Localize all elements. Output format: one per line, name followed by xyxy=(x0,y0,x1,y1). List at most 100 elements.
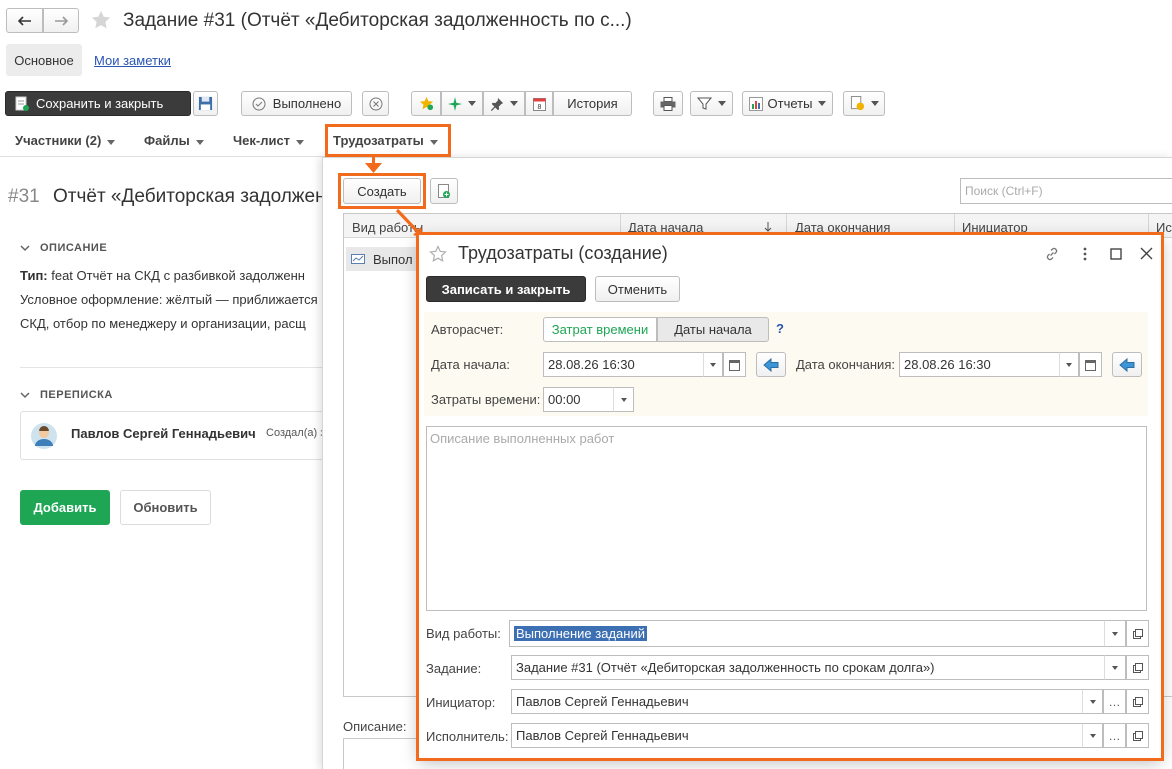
initiator-dropdown[interactable] xyxy=(1082,689,1103,714)
record-and-close-button[interactable]: Записать и закрыть xyxy=(426,276,586,302)
favorite-star-icon[interactable] xyxy=(429,245,447,263)
table-row[interactable]: Выпол xyxy=(346,247,416,271)
close-icon[interactable] xyxy=(1140,247,1153,260)
star-plus-icon xyxy=(419,96,433,111)
correspondence-section-header[interactable]: ПЕРЕПИСКА xyxy=(20,389,113,401)
task-dropdown[interactable] xyxy=(1104,655,1126,680)
tab-my-notes[interactable]: Мои заметки xyxy=(94,53,171,68)
chevron-down-icon xyxy=(1089,733,1096,738)
save-and-close-button[interactable]: Сохранить и закрыть xyxy=(5,91,191,116)
tab-main[interactable]: Основное xyxy=(6,44,82,76)
save-disk-button[interactable] xyxy=(193,91,218,116)
start-date-calendar-button[interactable] xyxy=(723,352,746,377)
end-date-dropdown[interactable] xyxy=(1059,352,1079,377)
work-description-textarea[interactable]: Описание выполненных работ xyxy=(426,426,1147,611)
tab-checklist[interactable]: Чек-лист xyxy=(233,133,305,148)
add-button[interactable]: Добавить xyxy=(20,490,110,525)
close-circle-icon xyxy=(369,97,382,110)
end-date-calendar-button[interactable] xyxy=(1079,352,1102,377)
work-type-dropdown[interactable] xyxy=(1104,620,1126,647)
initiator-open-button[interactable] xyxy=(1126,689,1149,714)
favorite-star-icon[interactable] xyxy=(90,9,112,31)
initiator-input[interactable]: Павлов Сергей Геннадьевич xyxy=(511,689,1103,714)
executor-dropdown[interactable] xyxy=(1082,723,1103,748)
labor-search-input[interactable]: Поиск (Ctrl+F) xyxy=(960,178,1172,204)
sparkle-menu-button[interactable] xyxy=(441,91,483,116)
start-date-label: Дата начала: xyxy=(431,357,510,372)
history-button[interactable]: История xyxy=(553,91,632,116)
action-star-button[interactable] xyxy=(411,91,441,116)
cancel-task-button[interactable] xyxy=(362,91,389,116)
executor-select-button[interactable]: … xyxy=(1103,723,1126,748)
task-open-button[interactable] xyxy=(1126,655,1149,680)
initiator-label: Инициатор: xyxy=(426,695,496,710)
forward-button[interactable] xyxy=(43,8,79,33)
chevron-down-icon xyxy=(620,397,627,402)
sparkle-icon xyxy=(448,96,462,111)
calendar-icon xyxy=(729,359,740,371)
initiator-select-button[interactable]: … xyxy=(1103,689,1126,714)
task-label: Задание: xyxy=(426,661,482,676)
calendar-button[interactable]: 8 xyxy=(525,91,553,116)
chevron-down-icon xyxy=(195,140,204,145)
executor-open-button[interactable] xyxy=(1126,723,1149,748)
arrow-left-icon xyxy=(17,15,31,26)
end-date-input[interactable]: 28.08.26 16:30 xyxy=(899,352,1079,377)
open-window-icon xyxy=(1132,628,1143,639)
chart-line-icon xyxy=(351,254,365,264)
chevron-down-icon xyxy=(710,362,716,367)
chevron-down-icon xyxy=(718,101,726,106)
avatar xyxy=(31,423,57,449)
end-date-arrow-button[interactable] xyxy=(1112,352,1142,377)
chevron-down-icon xyxy=(1089,699,1096,704)
check-circle-icon xyxy=(252,97,266,110)
chevron-down-icon xyxy=(1066,362,1072,367)
cancel-button[interactable]: Отменить xyxy=(595,276,680,302)
link-icon[interactable] xyxy=(1044,246,1060,262)
done-button[interactable]: Выполнено xyxy=(241,91,352,116)
pin-menu-button[interactable] xyxy=(483,91,525,116)
chevron-down-icon xyxy=(1112,665,1118,670)
task-input[interactable]: Задание #31 (Отчёт «Дебиторская задолжен… xyxy=(511,655,1126,680)
start-date-input[interactable]: 28.08.26 16:30 xyxy=(543,352,723,377)
autocalc-start-option[interactable]: Даты начала xyxy=(657,317,769,342)
description-line-1: Тип: feat Отчёт на СКД с разбивкой задол… xyxy=(20,268,305,283)
tab-files[interactable]: Файлы xyxy=(144,133,204,148)
dialog-title: Трудозатраты (создание) xyxy=(458,243,668,263)
open-window-icon xyxy=(1132,730,1143,741)
description-section-header[interactable]: ОПИСАНИЕ xyxy=(20,242,107,254)
refresh-button[interactable]: Обновить xyxy=(120,490,211,525)
chevron-down-icon xyxy=(1112,631,1118,636)
start-date-dropdown[interactable] xyxy=(703,352,723,377)
panel-description-field[interactable] xyxy=(343,738,423,769)
maximize-icon[interactable] xyxy=(1110,248,1122,260)
reports-menu-button[interactable]: Отчеты xyxy=(742,91,833,116)
work-type-open-button[interactable] xyxy=(1126,620,1149,647)
executor-input[interactable]: Павлов Сергей Геннадьевич xyxy=(511,723,1103,748)
executor-label: Исполнитель: xyxy=(426,729,509,744)
autocalc-time-option[interactable]: Затрат времени xyxy=(543,317,657,342)
document-add-icon xyxy=(438,183,450,198)
back-button[interactable] xyxy=(6,8,43,33)
print-button[interactable] xyxy=(653,91,683,116)
document-gear-icon xyxy=(850,96,864,111)
more-vertical-icon[interactable] xyxy=(1080,246,1090,262)
copy-add-button[interactable] xyxy=(430,178,458,204)
message-card[interactable]: Павлов Сергей Геннадьевич Создал(а) з xyxy=(20,411,325,460)
printer-icon xyxy=(660,96,676,111)
open-window-icon xyxy=(1132,696,1143,707)
start-date-arrow-button[interactable] xyxy=(756,352,786,377)
chevron-down-icon xyxy=(468,101,476,106)
filter-menu-button[interactable] xyxy=(690,91,733,116)
save-doc-icon xyxy=(15,96,29,111)
tab-participants[interactable]: Участники (2) xyxy=(15,133,116,148)
chevron-down-icon xyxy=(296,140,305,145)
help-link[interactable]: ? xyxy=(776,321,784,336)
task-title: Отчёт «Дебиторская задолжен xyxy=(53,186,323,207)
work-type-input[interactable]: Выполнение заданий xyxy=(509,620,1126,647)
open-window-icon xyxy=(1132,662,1143,673)
end-date-label: Дата окончания: xyxy=(796,357,895,372)
task-number: #31 xyxy=(8,186,40,207)
time-spent-dropdown[interactable] xyxy=(613,387,634,412)
attachment-menu-button[interactable] xyxy=(843,91,885,116)
